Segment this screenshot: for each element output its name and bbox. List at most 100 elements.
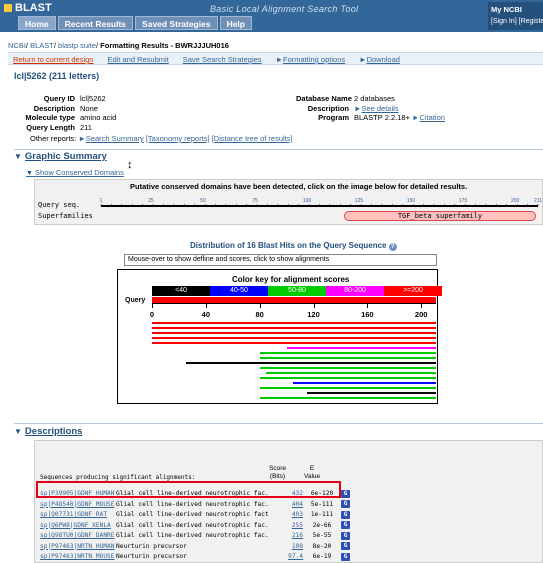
my-ncbi-title: My NCBI bbox=[491, 5, 522, 14]
hit-line[interactable] bbox=[152, 327, 436, 329]
hit-description: Neurturin precursor bbox=[116, 542, 187, 550]
e-value: 1e-111 bbox=[310, 511, 334, 518]
hit-line[interactable] bbox=[259, 377, 436, 379]
gene-link-icon[interactable]: G bbox=[341, 542, 350, 550]
color-key-50-80: 50-80 bbox=[268, 286, 326, 296]
hit-line[interactable] bbox=[266, 372, 436, 374]
gene-link-icon[interactable]: G bbox=[341, 510, 350, 519]
hit-line[interactable] bbox=[152, 342, 436, 344]
hit-line[interactable] bbox=[152, 337, 436, 339]
citation-link[interactable]: ►Citation bbox=[412, 113, 445, 123]
tgf-beta-superfamily-domain[interactable]: TGF_beta superfamily bbox=[344, 211, 536, 221]
color-key-40-50: 40-50 bbox=[210, 286, 268, 296]
gene-link-icon[interactable]: G bbox=[341, 500, 350, 508]
score-link[interactable]: 216 bbox=[268, 532, 303, 539]
breadcrumb: NCBI/ BLAST/ blastp suite/ Formatting Re… bbox=[8, 41, 229, 50]
graphic-summary-toggle[interactable]: ▼ Graphic Summary bbox=[14, 151, 107, 162]
axis-tick-label: 200 bbox=[414, 310, 428, 319]
score-link[interactable]: 97.4 bbox=[268, 553, 303, 560]
cdd-ruler: 1 25 50 75 100 125 150 175 200 211 bbox=[100, 198, 542, 207]
hit-line[interactable] bbox=[152, 332, 436, 334]
color-key-lt40: <40 bbox=[152, 286, 210, 296]
ruler-label: 50 bbox=[200, 198, 206, 204]
e-value: 8e-20 bbox=[312, 542, 332, 550]
table-row: sp|Q07731|GDNF_RAT Glial cell line-derive… bbox=[40, 510, 350, 519]
hit-description: Glial cell line-derived neurotrophic fac… bbox=[116, 521, 268, 529]
hit-line[interactable] bbox=[259, 352, 436, 354]
breadcrumb-ncbi[interactable]: NCBI bbox=[8, 41, 26, 50]
query-seq-label: Query seq. bbox=[38, 201, 81, 209]
gene-link-icon[interactable]: G bbox=[341, 552, 350, 561]
score-link[interactable]: 403 bbox=[268, 511, 303, 518]
hit-line[interactable] bbox=[259, 387, 436, 389]
nav-saved-strategies[interactable]: Saved Strategies bbox=[135, 16, 218, 30]
hit-line[interactable] bbox=[293, 382, 436, 384]
axis-tick-label: 160 bbox=[361, 310, 374, 319]
hit-line[interactable] bbox=[185, 362, 436, 364]
e-value: 2e-66 bbox=[312, 521, 332, 529]
section-divider bbox=[14, 423, 543, 424]
triangle-down-icon: ▼ bbox=[26, 170, 33, 177]
blast-logo[interactable]: BLAST bbox=[4, 2, 52, 14]
save-strategies-link[interactable]: Save Search Strategies bbox=[183, 55, 262, 64]
distance-tree-link[interactable]: [Distance tree of results] bbox=[212, 134, 293, 143]
nav-help[interactable]: Help bbox=[219, 16, 252, 30]
formatting-options-link[interactable]: ►Formatting options bbox=[276, 55, 346, 64]
axis-tick bbox=[205, 304, 207, 308]
search-summary-link[interactable]: Search Summary bbox=[86, 134, 144, 143]
accession-link[interactable]: sp|Q98TU0|GDNF_DANRE bbox=[40, 532, 116, 539]
table-row: sp|P97463|NRTN_HUMAN Neurturin precursor 1… bbox=[40, 542, 350, 551]
score-link[interactable]: 404 bbox=[268, 501, 303, 508]
hit-line[interactable] bbox=[286, 347, 436, 349]
edit-resubmit-link[interactable]: Edit and Resubmit bbox=[107, 55, 168, 64]
ruler-label: 100 bbox=[303, 198, 312, 204]
see-details-link[interactable]: ►See details bbox=[354, 104, 399, 114]
hit-line[interactable] bbox=[259, 397, 436, 399]
gene-link-icon[interactable]: G bbox=[341, 531, 350, 540]
arrow-right-icon: ► bbox=[78, 134, 86, 143]
query-bar-label: Query bbox=[125, 297, 146, 304]
hit-line[interactable] bbox=[259, 367, 436, 369]
breadcrumb-blast[interactable]: BLAST bbox=[30, 41, 54, 50]
blast-logo-icon bbox=[4, 4, 12, 12]
score-link[interactable]: 108 bbox=[268, 543, 303, 550]
taxonomy-reports-link[interactable]: [Taxonomy reports] bbox=[146, 134, 210, 143]
hit-line[interactable] bbox=[152, 322, 436, 324]
download-link[interactable]: ►Download bbox=[359, 55, 400, 64]
sign-in-register-links[interactable]: [Sign In] [Register] bbox=[491, 18, 543, 25]
e-value: 5e-55 bbox=[312, 532, 332, 539]
nav-home[interactable]: Home bbox=[18, 16, 56, 30]
return-to-design-link[interactable]: Return to current design bbox=[13, 55, 93, 64]
breadcrumb-current: Formatting Results - BWRJJJUH016 bbox=[100, 41, 229, 50]
axis-tick bbox=[313, 304, 315, 308]
axis-tick bbox=[152, 304, 153, 308]
query-title: lcl|5262 (211 letters) bbox=[14, 71, 100, 81]
score-header: Score (Bits) bbox=[269, 465, 286, 480]
query-details: Query ID lcl|5262 Description None Molecul… bbox=[25, 94, 117, 132]
accession-link[interactable]: sp|P48540|GDNF_MOUSE bbox=[40, 501, 116, 508]
nav-recent-results[interactable]: Recent Results bbox=[57, 16, 134, 30]
help-icon[interactable]: ? bbox=[388, 243, 397, 251]
hit-line[interactable] bbox=[259, 357, 436, 359]
gene-link-icon[interactable]: G bbox=[341, 521, 350, 529]
axis-tick bbox=[367, 304, 369, 308]
descriptions-toggle[interactable]: ▼ Descriptions bbox=[14, 426, 82, 437]
color-key-title: Color key for alignment scores bbox=[232, 275, 350, 284]
axis-tick bbox=[421, 304, 423, 308]
accession-link[interactable]: sp|P97463|NRTN_HUMAN bbox=[40, 543, 116, 550]
gene-link-icon[interactable]: G bbox=[341, 489, 350, 498]
show-conserved-domains[interactable]: ▼ Show Conserved Domains bbox=[26, 168, 124, 177]
hit-line[interactable] bbox=[306, 392, 436, 394]
accession-link[interactable]: sp|Q07731|GDNF_RAT bbox=[40, 511, 116, 518]
my-ncbi-panel: My NCBI [Sign In] [Register] bbox=[488, 2, 543, 30]
breadcrumb-suite[interactable]: blastp suite bbox=[58, 41, 96, 50]
triangle-down-icon: ▼ bbox=[14, 152, 22, 161]
score-link[interactable]: 255 bbox=[268, 522, 303, 529]
ruler-label: 125 bbox=[355, 198, 364, 204]
table-row: sp|Q6PW8|GDNF_XENLA Glial cell line-deriv… bbox=[40, 521, 350, 530]
ruler-label: 175 bbox=[459, 198, 468, 204]
accession-link[interactable]: sp|Q6PW8|GDNF_XENLA bbox=[40, 522, 116, 529]
table-row: sp|Q98TU0|GDNF_DANRE Glial cell line-deri… bbox=[40, 531, 350, 540]
accession-link[interactable]: sp|P97463|NRTN_MOUSE bbox=[40, 553, 116, 560]
database-details: Database Name 2 databases Description ►See… bbox=[296, 94, 445, 123]
